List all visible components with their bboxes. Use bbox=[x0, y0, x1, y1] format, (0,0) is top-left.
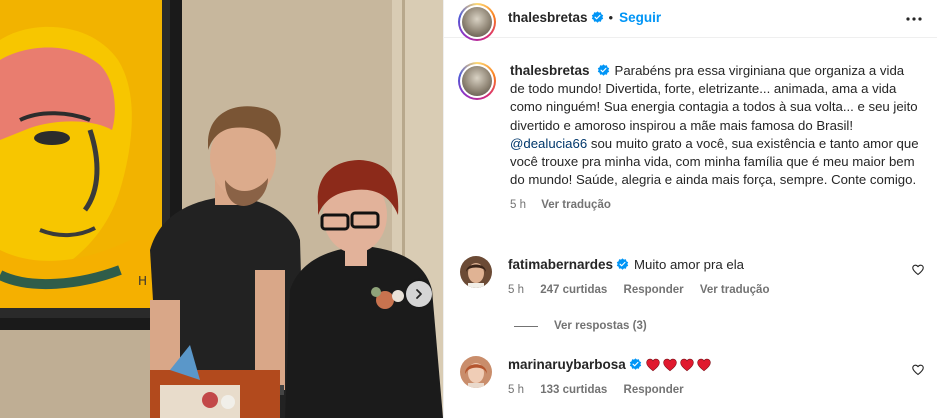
caption-see-translation[interactable]: Ver tradução bbox=[541, 199, 611, 211]
commenter-avatar[interactable] bbox=[460, 356, 492, 388]
instagram-post-dialog: H thalesbretas • Seguir thalesbretas Par… bbox=[0, 0, 937, 418]
comment-meta: 5 h 133 curtidas Responder bbox=[508, 384, 924, 396]
commenter-username[interactable]: marinaruybarbosa bbox=[508, 357, 626, 372]
post-caption: thalesbretas Parabéns pra essa virginian… bbox=[458, 62, 924, 211]
comment-see-translation[interactable]: Ver tradução bbox=[700, 284, 770, 296]
header-separator: • bbox=[608, 10, 614, 25]
post-header: thalesbretas • Seguir bbox=[444, 0, 937, 41]
comment-like-button[interactable] bbox=[912, 264, 924, 279]
comment-timestamp[interactable]: 5 h bbox=[508, 384, 524, 396]
commenter-avatar[interactable] bbox=[460, 256, 492, 288]
caption-username[interactable]: thalesbretas bbox=[510, 63, 590, 78]
comment-item: marinaruybarbosa 5 h 133 curtidas Respon… bbox=[460, 356, 924, 396]
caption-meta: 5 h Ver tradução bbox=[510, 199, 922, 211]
comment-emoji-hearts bbox=[646, 358, 711, 372]
comment-item: fatimabernardes Muito amor pra ela 5 h 2… bbox=[460, 256, 924, 296]
author-avatar[interactable] bbox=[458, 2, 496, 41]
red-heart-emoji-icon bbox=[663, 358, 677, 372]
verified-badge-icon bbox=[597, 64, 609, 76]
comment-meta: 5 h 247 curtidas Responder Ver tradução bbox=[508, 284, 924, 296]
comment-timestamp[interactable]: 5 h bbox=[508, 284, 524, 296]
post-details-panel: thalesbretas • Seguir thalesbretas Parab… bbox=[443, 0, 937, 418]
svg-text:H: H bbox=[138, 274, 147, 288]
caption-mention-link[interactable]: @dealucia66 bbox=[510, 136, 587, 151]
commenter-username[interactable]: fatimabernardes bbox=[508, 257, 613, 272]
verified-badge-icon bbox=[616, 258, 629, 270]
red-heart-emoji-icon bbox=[697, 358, 711, 372]
comment-likes-count[interactable]: 247 curtidas bbox=[540, 284, 607, 296]
comment-reply-button[interactable]: Responder bbox=[624, 384, 684, 396]
comment-reply-button[interactable]: Responder bbox=[624, 284, 684, 296]
caption-timestamp[interactable]: 5 h bbox=[510, 199, 526, 211]
more-options-icon bbox=[906, 16, 922, 21]
caption-text: thalesbretas Parabéns pra essa virginian… bbox=[510, 62, 922, 189]
red-heart-emoji-icon bbox=[646, 358, 660, 372]
verified-badge-icon bbox=[591, 11, 603, 23]
comment-like-button[interactable] bbox=[912, 364, 924, 379]
view-replies-label: Ver respostas (3) bbox=[554, 320, 647, 332]
view-replies-button[interactable]: Ver respostas (3) bbox=[514, 320, 647, 332]
comment-likes-count[interactable]: 133 curtidas bbox=[540, 384, 607, 396]
header-title: thalesbretas • Seguir bbox=[508, 10, 661, 25]
author-username[interactable]: thalesbretas bbox=[508, 10, 588, 25]
post-photo: H bbox=[0, 0, 443, 418]
chevron-right-icon bbox=[416, 289, 422, 299]
verified-badge-icon bbox=[629, 358, 641, 370]
follow-button[interactable]: Seguir bbox=[619, 10, 661, 25]
post-image: H bbox=[0, 0, 443, 418]
red-heart-emoji-icon bbox=[680, 358, 694, 372]
caption-author-avatar[interactable] bbox=[458, 62, 496, 100]
next-image-button[interactable] bbox=[406, 281, 432, 307]
comment-message: Muito amor pra ela bbox=[634, 257, 744, 272]
heart-outline-icon bbox=[912, 264, 924, 276]
comment-text: marinaruybarbosa bbox=[508, 356, 924, 374]
more-options-button[interactable] bbox=[905, 10, 923, 28]
comment-text: fatimabernardes Muito amor pra ela bbox=[508, 256, 924, 274]
heart-outline-icon bbox=[912, 364, 924, 376]
replies-divider bbox=[514, 325, 538, 327]
